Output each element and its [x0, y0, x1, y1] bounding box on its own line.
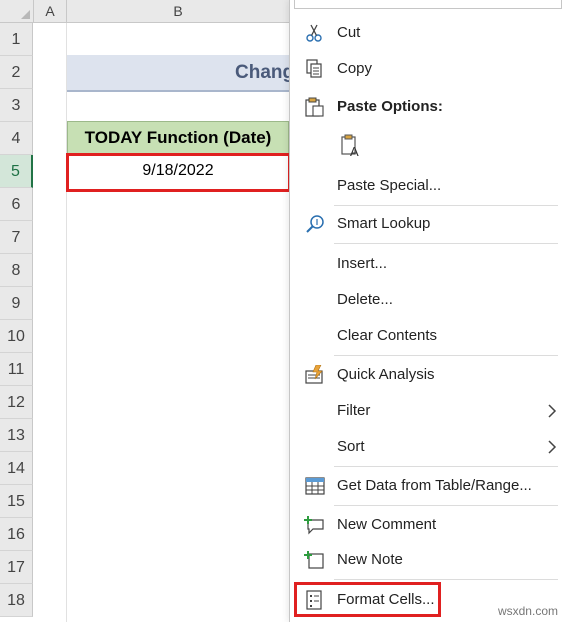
menu-label-smart-lookup: Smart Lookup	[337, 215, 431, 232]
magnifier-icon	[304, 214, 326, 234]
menu-separator	[334, 466, 558, 467]
row-header-4[interactable]: 4	[0, 122, 33, 155]
row-header-16[interactable]: 16	[0, 518, 33, 551]
paste-keep-text-only-button[interactable]: A	[330, 128, 390, 162]
menu-label-cut: Cut	[337, 24, 361, 41]
table-icon	[304, 476, 326, 496]
menu-label-new-note: New Note	[337, 551, 403, 568]
title-text: Chang	[235, 62, 295, 83]
menu-label-sort: Sort	[337, 438, 365, 455]
row-header-9[interactable]: 9	[0, 287, 33, 320]
menu-item-sort[interactable]: Sort	[290, 430, 568, 464]
row-header-2[interactable]: 2	[0, 56, 33, 89]
row-header-11[interactable]: 11	[0, 353, 33, 386]
menu-separator	[334, 505, 558, 506]
chevron-right-icon	[547, 403, 557, 419]
mini-toolbar-edge	[294, 0, 562, 9]
paste-text-only-icon: A	[339, 134, 363, 159]
row-header-14[interactable]: 14	[0, 452, 33, 485]
menu-item-new-comment[interactable]: New Comment	[290, 508, 568, 542]
column-header-b[interactable]: B	[67, 0, 290, 22]
menu-label-filter: Filter	[337, 402, 371, 419]
menu-label-insert: Insert...	[337, 255, 388, 272]
menu-label-paste-options: Paste Options:	[337, 98, 443, 115]
gridline	[66, 23, 67, 622]
menu-label-clear-contents: Clear Contents	[337, 327, 438, 344]
watermark: wsxdn.com	[497, 604, 558, 618]
select-all-corner[interactable]	[0, 0, 34, 22]
menu-item-cut[interactable]: Cut	[290, 16, 568, 50]
menu-separator	[334, 243, 558, 244]
quick-analysis-icon	[304, 364, 326, 385]
menu-item-filter[interactable]: Filter	[290, 394, 568, 428]
row-header-5[interactable]: 5	[0, 155, 33, 188]
column-header-a[interactable]: A	[34, 0, 67, 22]
format-cells-highlight-box	[294, 582, 441, 617]
menu-item-clear-contents[interactable]: Clear Contents	[290, 319, 568, 353]
row-header-7[interactable]: 7	[0, 221, 33, 254]
menu-label-new-comment: New Comment	[337, 516, 437, 533]
menu-label-delete: Delete...	[337, 291, 393, 308]
new-comment-icon	[304, 515, 326, 535]
menu-separator	[334, 355, 558, 356]
menu-item-paste-special[interactable]: Paste Special...	[290, 169, 568, 203]
menu-label-paste-special: Paste Special...	[337, 177, 442, 194]
clipboard-icon	[304, 97, 326, 117]
menu-item-smart-lookup[interactable]: Smart Lookup	[290, 207, 568, 241]
chevron-right-icon	[547, 439, 557, 455]
row-header-10[interactable]: 10	[0, 320, 33, 353]
copy-icon	[304, 59, 326, 79]
row-header-17[interactable]: 17	[0, 551, 33, 584]
row-header-6[interactable]: 6	[0, 188, 33, 221]
menu-separator	[334, 205, 558, 206]
cell-highlight-box	[66, 153, 291, 192]
scissors-icon	[304, 23, 326, 43]
new-note-icon	[304, 550, 326, 570]
menu-item-delete[interactable]: Delete...	[290, 283, 568, 317]
row-header-13[interactable]: 13	[0, 419, 33, 452]
menu-separator	[334, 579, 558, 580]
menu-item-copy[interactable]: Copy	[290, 52, 568, 86]
menu-label-get-data: Get Data from Table/Range...	[337, 477, 532, 494]
menu-item-quick-analysis[interactable]: Quick Analysis	[290, 358, 568, 392]
menu-item-get-data[interactable]: Get Data from Table/Range...	[290, 469, 568, 503]
menu-item-new-note[interactable]: New Note	[290, 543, 568, 577]
row-header-15[interactable]: 15	[0, 485, 33, 518]
menu-label-quick-analysis: Quick Analysis	[337, 366, 435, 383]
row-header-3[interactable]: 3	[0, 89, 33, 122]
row-header-1[interactable]: 1	[0, 23, 33, 56]
menu-item-insert[interactable]: Insert...	[290, 247, 568, 281]
table-header-cell[interactable]: TODAY Function (Date)	[67, 121, 289, 154]
menu-item-paste-options: Paste Options:	[290, 90, 568, 124]
menu-label-copy: Copy	[337, 60, 373, 77]
svg-text:A: A	[350, 144, 359, 158]
row-header-18[interactable]: 18	[0, 584, 33, 617]
context-menu: Cut Copy Paste Options: A Paste Special.…	[289, 0, 568, 622]
row-header-8[interactable]: 8	[0, 254, 33, 287]
row-header-12[interactable]: 12	[0, 386, 33, 419]
